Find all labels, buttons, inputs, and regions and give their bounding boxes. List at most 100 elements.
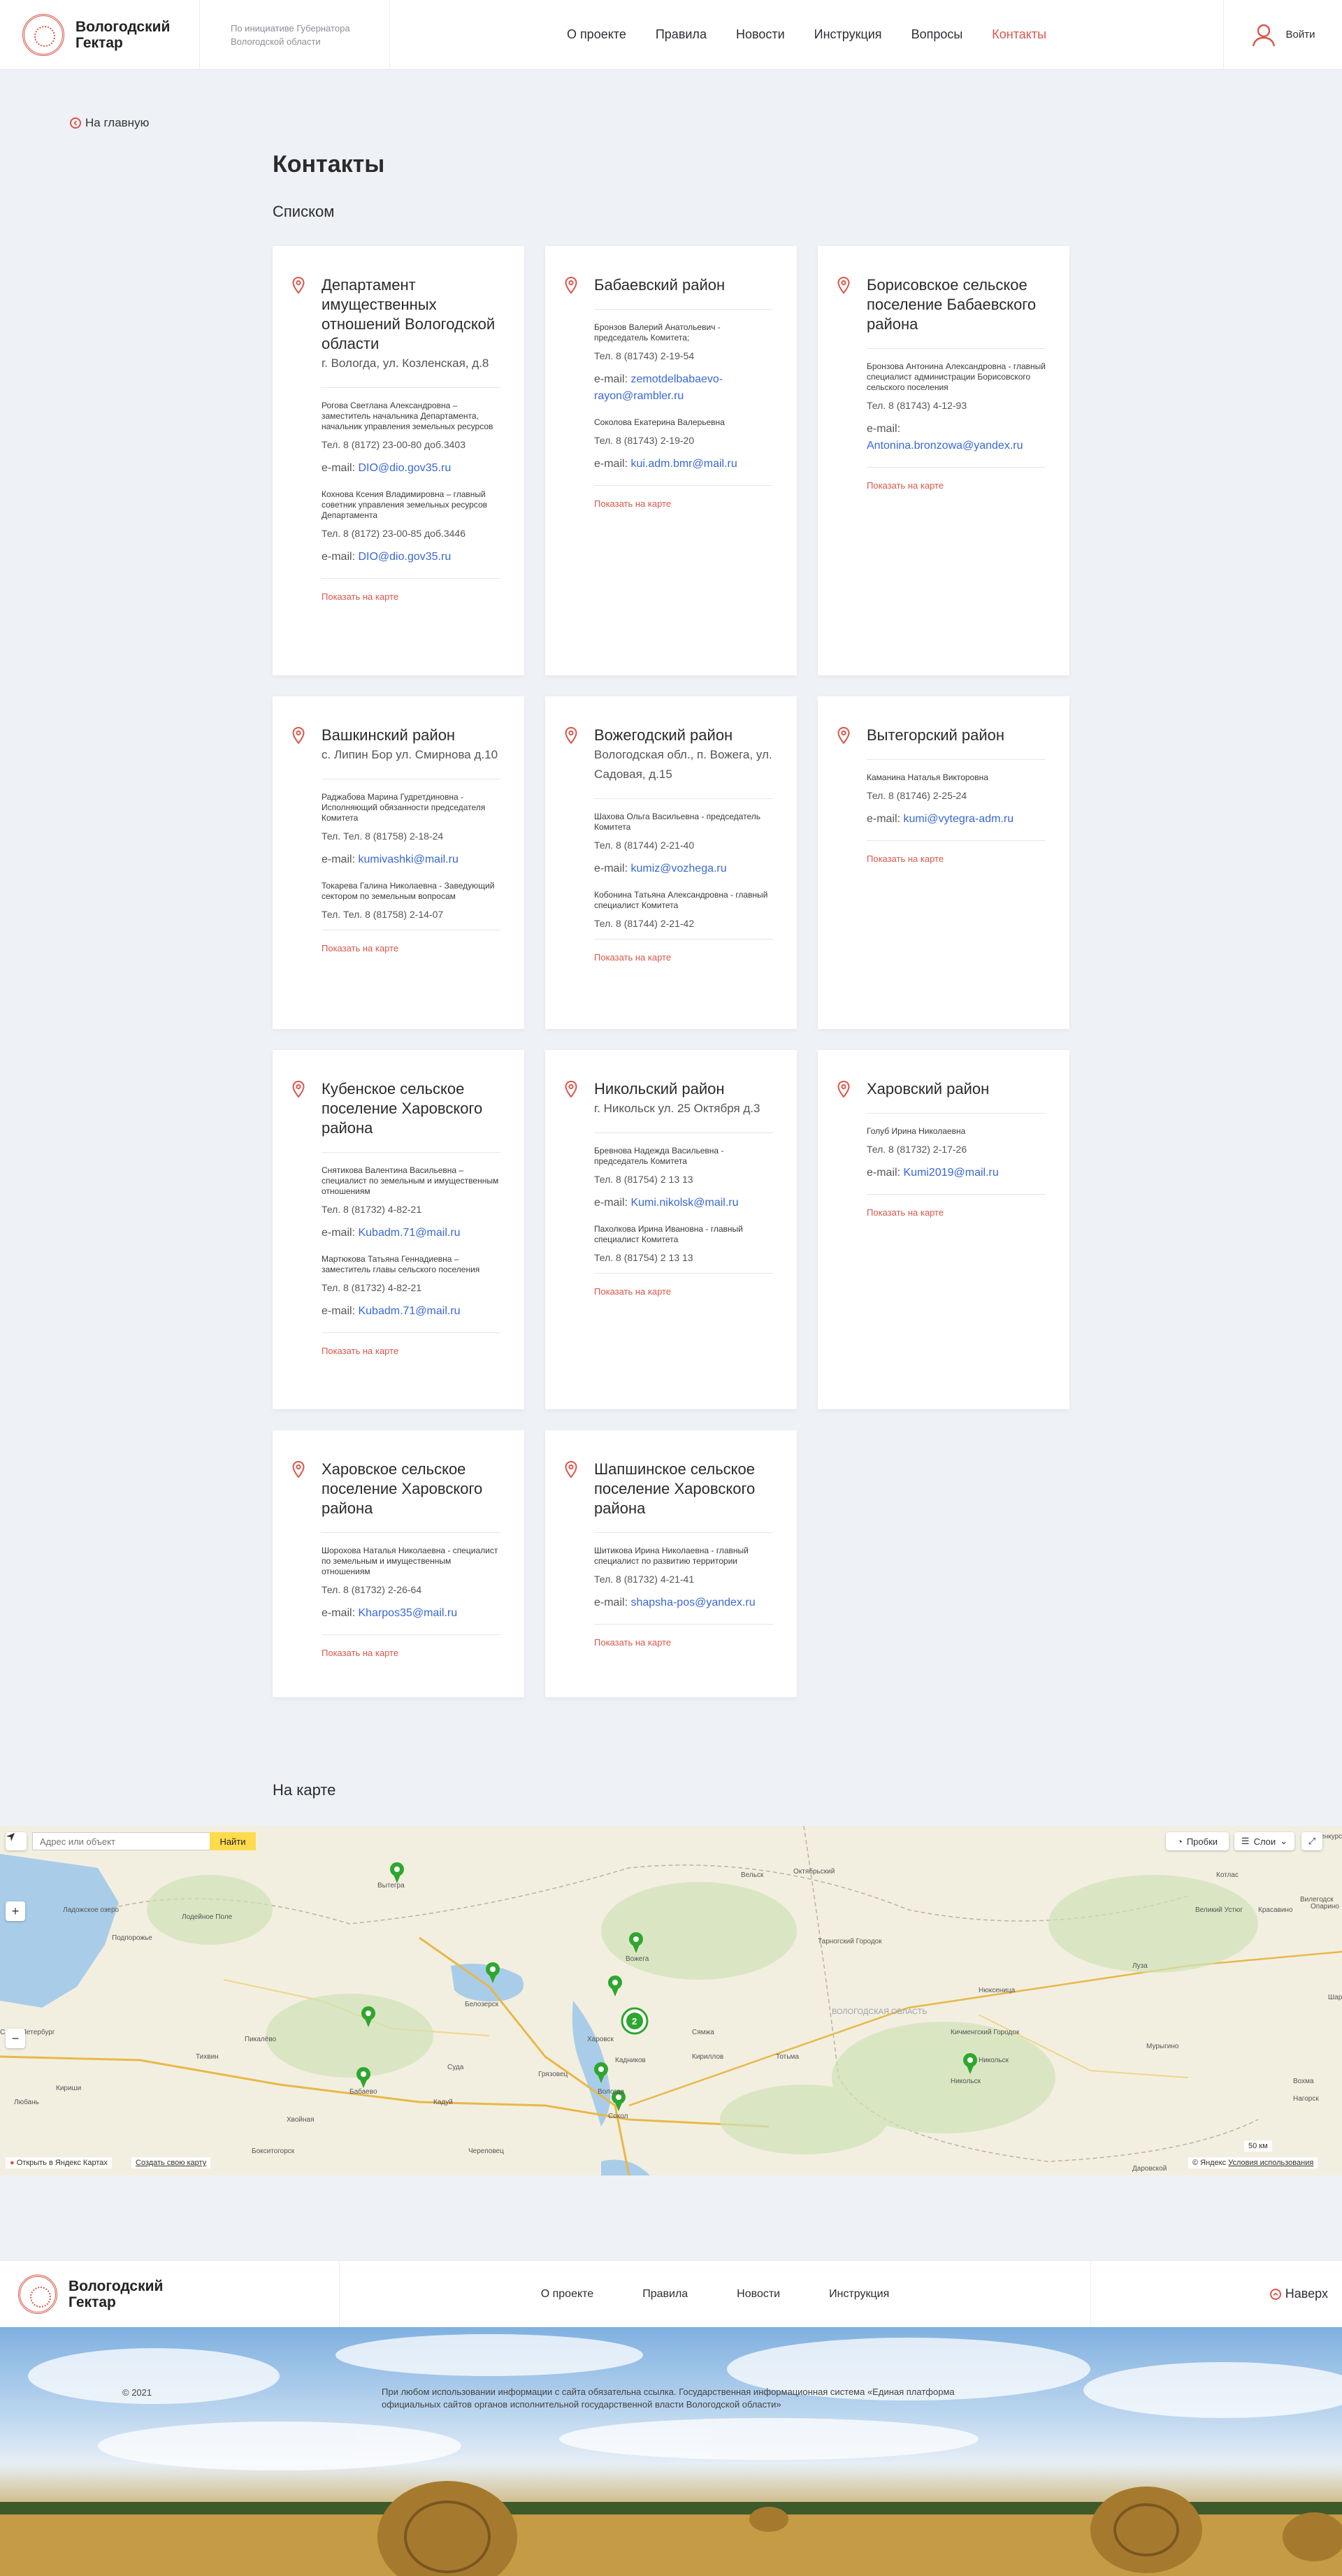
contact-phone: Тел. 8 (81754) 2 13 13	[594, 1174, 693, 1185]
map-search-button[interactable]: Найти	[210, 1832, 256, 1850]
contact-email: e-mail: shapsha-pos@yandex.ru	[594, 1595, 773, 1611]
back-to-home-link[interactable]: На главную	[70, 116, 149, 130]
map-search-input[interactable]	[32, 1832, 211, 1850]
contact-email: e-mail: Kumi2019@mail.ru	[867, 1165, 1046, 1181]
divider	[594, 1273, 773, 1274]
nav-news[interactable]: Новости	[736, 27, 785, 42]
footer-nav-news[interactable]: Новости	[737, 2288, 780, 2301]
email-link[interactable]: DIO@dio.gov35.ru	[358, 462, 451, 474]
map-place-label: Харовск	[587, 2036, 614, 2043]
divider	[867, 1194, 1046, 1195]
email-link[interactable]: Kubadm.71@mail.ru	[358, 1227, 460, 1239]
map-place-label: Пикалёво	[245, 2036, 277, 2043]
contact-phone: Тел. 8 (81746) 2-25-24	[867, 790, 967, 801]
map[interactable]: Вытегра Вожега Белозерск Харовск Сокол Вологд…	[0, 1826, 1342, 2175]
show-on-map-link[interactable]: Показать на карте	[322, 1648, 500, 1658]
email-link[interactable]: Kharpos35@mail.ru	[358, 1607, 457, 1619]
map-place-label: Мурыгино	[1146, 2043, 1179, 2050]
layers-button[interactable]: ☰ Слои ⌄	[1234, 1832, 1294, 1850]
email-link[interactable]: kumiz@vozhega.ru	[630, 863, 726, 875]
map-place-label: Череповец	[468, 2147, 504, 2155]
zoom-out-button[interactable]: −	[6, 2029, 25, 2048]
card-title: Вашкинский район	[322, 726, 456, 744]
geolocation-button[interactable]	[6, 1832, 27, 1850]
contact-person: Мартюкова Татьяна Геннадиевна – заместит…	[322, 1254, 480, 1274]
card-title: Бабаевский район	[594, 276, 726, 294]
map-place-label: Сокол	[608, 2113, 628, 2120]
footer-bar: Вологодский Гектар О проекте Правила Нов…	[0, 2260, 1342, 2327]
contact-email: e-mail: kui.adm.bmr@mail.ru	[594, 456, 773, 473]
open-in-yandex-link[interactable]: ● Открыть в Яндекс Картах	[6, 2157, 112, 2168]
main-nav: О проекте Правила Новости Инструкция Воп…	[390, 0, 1223, 69]
site-logo[interactable]: Вологодский Гектар	[0, 0, 200, 69]
footer-brand: Вологодский Гектар	[68, 2278, 164, 2310]
email-link[interactable]: DIO@dio.gov35.ru	[358, 551, 451, 563]
contact-email: e-mail: Antonina.bronzowa@yandex.ru	[867, 421, 1046, 454]
show-on-map-link[interactable]: Показать на карте	[594, 498, 773, 509]
divider	[867, 348, 1046, 349]
map-place-label: Любань	[14, 2099, 39, 2106]
contact-person: Раджабова Марина Гудретдиновна - Исполня…	[322, 792, 486, 823]
email-link[interactable]: kumivashki@mail.ru	[358, 854, 458, 865]
email-link[interactable]: Kubadm.71@mail.ru	[358, 1305, 460, 1317]
map-place-label: Тарногский Городок	[818, 1938, 882, 1945]
email-link[interactable]: Antonina.bronzowa@yandex.ru	[867, 440, 1023, 452]
contact-person: Соколова Екатерина Валерьевна	[594, 417, 725, 427]
contact-email: e-mail: kumiz@vozhega.ru	[594, 861, 773, 877]
footer-nav-instruction[interactable]: Инструкция	[829, 2288, 889, 2301]
show-on-map-link[interactable]: Показать на карте	[322, 591, 500, 602]
show-on-map-link[interactable]: Показать на карте	[867, 480, 1046, 491]
email-link[interactable]: Kumi2019@mail.ru	[903, 1167, 998, 1179]
show-on-map-link[interactable]: Показать на карте	[867, 854, 1046, 864]
email-link[interactable]: kui.adm.bmr@mail.ru	[630, 458, 737, 470]
show-on-map-link[interactable]: Показать на карте	[594, 1637, 773, 1648]
minus-icon: −	[11, 2031, 20, 2045]
email-prefix: e-mail:	[594, 458, 628, 470]
back-to-top-button[interactable]: Наверх	[1090, 2261, 1342, 2327]
footer-nav-rules[interactable]: Правила	[642, 2288, 688, 2301]
email-link[interactable]: shapsha-pos@yandex.ru	[630, 1597, 755, 1609]
show-on-map-link[interactable]: Показать на карте	[867, 1207, 1046, 1218]
nav-questions[interactable]: Вопросы	[911, 27, 963, 42]
show-on-map-link[interactable]: Показать на карте	[594, 952, 773, 963]
show-on-map-link[interactable]: Показать на карте	[322, 1346, 500, 1356]
back-label: На главную	[85, 116, 150, 129]
login-button[interactable]: Войти	[1223, 0, 1342, 69]
footer-logo[interactable]: Вологодский Гектар	[0, 2261, 340, 2327]
divider	[594, 309, 773, 310]
map-place-label: Нюксеница	[979, 1987, 1016, 1994]
page-title: Контакты	[273, 151, 385, 178]
contact-card: Вытегорский район Каманина Наталья Виктор…	[818, 696, 1069, 1029]
footer-nav-about[interactable]: О проекте	[541, 2288, 593, 2301]
location-arrow-icon	[6, 1833, 15, 1841]
location-pin-icon	[565, 1461, 577, 1478]
fullscreen-button[interactable]: ⤢	[1301, 1832, 1322, 1850]
email-link[interactable]: Kumi.nikolsk@mail.ru	[630, 1197, 738, 1209]
map-place-label: Тихвин	[196, 2053, 219, 2061]
layers-icon: ☰	[1241, 1836, 1250, 1846]
show-on-map-link[interactable]: Показать на карте	[322, 943, 500, 954]
cluster-count[interactable]: 2	[632, 2016, 637, 2027]
map-place-label: Шарья	[1328, 1994, 1342, 2001]
email-prefix: e-mail:	[594, 863, 628, 875]
contact-phone: Тел. Тел. 8 (81758) 2-18-24	[322, 830, 444, 842]
nav-rules[interactable]: Правила	[656, 27, 707, 42]
nav-about[interactable]: О проекте	[567, 27, 626, 42]
initiative-note: По инициативе Губернатора Вологодской об…	[200, 0, 390, 69]
divider	[867, 1113, 1046, 1114]
nav-contacts[interactable]: Контакты	[992, 27, 1046, 42]
traffic-button[interactable]: ◔ Пробки	[1166, 1832, 1229, 1850]
footer-background-image: © 2021 При любом использовании информаци…	[0, 2327, 1342, 2576]
map-terms-link[interactable]: Условия использования	[1228, 2159, 1313, 2167]
show-on-map-link[interactable]: Показать на карте	[594, 1286, 773, 1297]
map-place-label: Грязовец	[538, 2071, 568, 2078]
map-place-label: Луза	[1132, 1962, 1148, 1970]
contact-phone: Тел. 8 (81743) 2-19-54	[594, 350, 695, 361]
email-link[interactable]: kumi@vytegra-adm.ru	[903, 813, 1013, 825]
nav-instruction[interactable]: Инструкция	[814, 27, 882, 42]
zoom-in-button[interactable]: +	[6, 1901, 25, 1921]
create-map-link[interactable]: Создать свою карту	[131, 2157, 211, 2168]
location-pin-icon	[292, 277, 305, 294]
map-copyright-label: © Яндекс	[1192, 2159, 1227, 2167]
card-title: Борисовское сельское поселение Бабаевско…	[867, 276, 1037, 333]
